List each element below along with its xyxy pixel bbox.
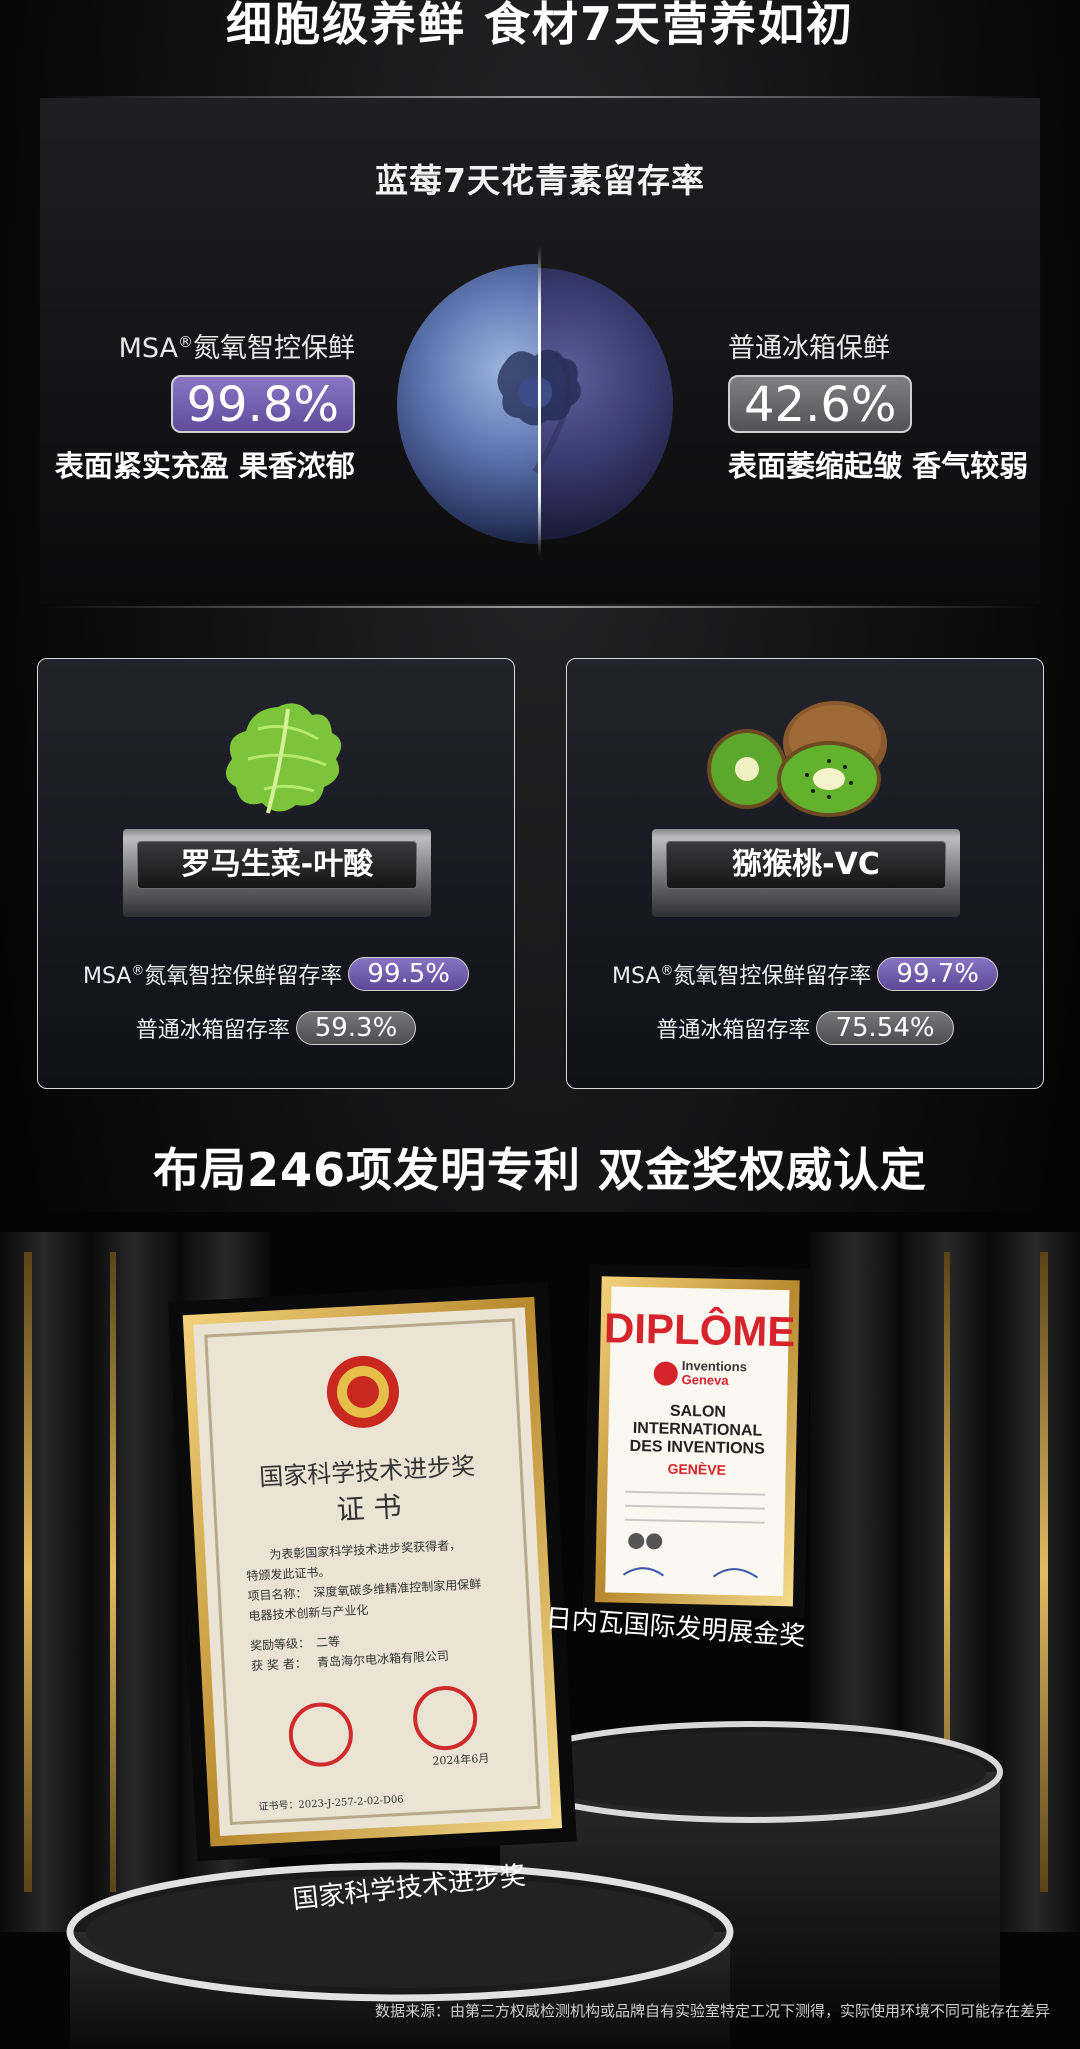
- headline: 细胞级养鲜 食材7天营养如初: [225, 0, 855, 51]
- divider-top: [40, 96, 1040, 98]
- inventions-brand-bottom: Geneva: [681, 1372, 729, 1388]
- lettuce-normal-label: 普通冰箱留存率: [135, 1018, 290, 1043]
- lettuce-image: [225, 703, 342, 814]
- msa-blueberry-stat: MSA®氮氧智控保鲜 99.8% 表面紧实充盈 果香浓郁: [55, 326, 355, 485]
- product-detail-page: 细胞级养鲜 食材7天营养如初 蓝莓7天花青素留存率 MSA®氮氧智控保鲜 99.…: [0, 0, 1080, 2049]
- blueberry-title: 蓝莓7天花青素留存率: [375, 161, 705, 200]
- kiwi-msa-value: 99.7%: [877, 957, 999, 991]
- kiwi-tray: 猕猴桃-VC: [652, 829, 960, 917]
- normal-blueberry-stat: 普通冰箱保鲜 42.6% 表面萎缩起皱 香气较弱: [728, 326, 1028, 485]
- kiwi-normal-label: 普通冰箱留存率: [656, 1018, 811, 1043]
- divider-middle: [40, 606, 1040, 608]
- salon-line-1: SALON: [670, 1403, 726, 1421]
- lettuce-msa-label: MSA®氮氧智控保鲜留存率: [82, 963, 343, 989]
- diplome-heading: DIPLÔME: [604, 1303, 796, 1355]
- compare-divider: [538, 246, 541, 556]
- lettuce-tray: 罗马生菜-叶酸: [123, 829, 431, 917]
- kiwi-normal-row: 普通冰箱留存率 75.54%: [567, 1011, 1043, 1045]
- msa-value-badge: 99.8%: [170, 375, 355, 433]
- normal-description: 表面萎缩起皱 香气较弱: [728, 449, 1029, 483]
- lettuce-msa-row: MSA®氮氧智控保鲜留存率 99.5%: [38, 957, 514, 991]
- lettuce-msa-value: 99.5%: [348, 957, 470, 991]
- normal-value-badge: 42.6%: [728, 375, 913, 433]
- national-cert-project-label: 项目名称：: [247, 1585, 308, 1603]
- national-cert-subtitle: 证 书: [336, 1490, 403, 1526]
- kiwi-card: 猕猴桃-VC MSA®氮氧智控保鲜留存率 99.7% 普通冰箱留存率 75.54%: [566, 658, 1044, 1089]
- kiwi-image: [707, 701, 887, 817]
- normal-label: 普通冰箱保鲜: [728, 333, 890, 364]
- kiwi-msa-label: MSA®氮氧智控保鲜留存率: [611, 963, 872, 989]
- msa-label: MSA®氮氧智控保鲜: [118, 333, 355, 364]
- awards-stage: DIPLÔME Inventions Geneva SALON INTERNAT…: [0, 1212, 1080, 2049]
- salon-line-3: DES INVENTIONS: [629, 1438, 765, 1458]
- lettuce-normal-row: 普通冰箱留存率 59.3%: [38, 1011, 514, 1045]
- kiwi-title: 猕猴桃-VC: [666, 841, 946, 889]
- awards-headline: 布局246项发明专利 双金奖权威认定: [152, 1143, 928, 1197]
- lettuce-normal-value: 59.3%: [295, 1011, 417, 1045]
- kiwi-msa-row: MSA®氮氧智控保鲜留存率 99.7%: [567, 957, 1043, 991]
- national-cert-winner-label: 获 奖 者：: [251, 1656, 307, 1673]
- geneva-city: GENÈVE: [667, 1461, 726, 1478]
- msa-description: 表面紧实充盈 果香浓郁: [54, 449, 355, 483]
- national-cert-grade: 二等: [316, 1634, 341, 1649]
- salon-line-2: INTERNATIONAL: [633, 1420, 763, 1440]
- lettuce-card: 罗马生菜-叶酸 MSA®氮氧智控保鲜留存率 99.5% 普通冰箱留存率 59.3%: [37, 658, 515, 1089]
- kiwi-normal-value: 75.54%: [816, 1011, 954, 1045]
- data-source-note: 数据来源：由第三方权威检测机构或品牌自有实验室特定工况下测得，实际使用环境不同可…: [374, 2002, 1050, 2020]
- lettuce-title: 罗马生菜-叶酸: [137, 841, 417, 889]
